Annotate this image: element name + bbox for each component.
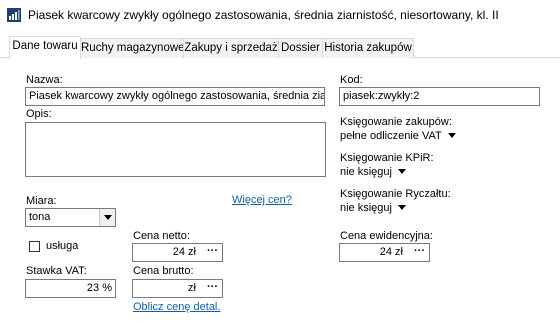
- app-icon: [7, 8, 21, 22]
- title-bar: Piasek kwarcowy zwykły ogólnego zastosow…: [0, 0, 560, 30]
- name-input[interactable]: Piasek kwarcowy zwykły ogólnego zastosow…: [25, 87, 325, 106]
- unit-value: tona: [29, 211, 51, 223]
- service-checkbox[interactable]: [29, 241, 40, 252]
- dropdown-arrow-icon[interactable]: [99, 209, 115, 226]
- name-label: Nazwa:: [26, 74, 63, 86]
- kpir-booking-dropdown[interactable]: nie księguj: [340, 166, 406, 178]
- purchase-booking-dropdown[interactable]: pełne odliczenie VAT: [340, 130, 456, 142]
- description-label: Opis:: [26, 108, 52, 120]
- gross-price-value: zł: [188, 282, 196, 294]
- more-options-icon[interactable]: ···: [207, 280, 218, 294]
- net-price-input[interactable]: 24 zł ···: [132, 243, 223, 262]
- tab-purchase-history[interactable]: Historia zakupów: [322, 38, 414, 58]
- window-title: Piasek kwarcowy zwykły ogólnego zastosow…: [28, 8, 499, 22]
- ryczalt-booking-value: nie księguj: [340, 202, 392, 214]
- net-price-label: Cena netto:: [133, 230, 190, 242]
- ledger-price-value: 24 zł: [379, 246, 403, 258]
- net-price-value: 24 zł: [172, 246, 196, 258]
- vat-rate-label: Stawka VAT:: [26, 265, 87, 277]
- unit-select[interactable]: tona: [25, 208, 116, 227]
- purchase-booking-value: pełne odliczenie VAT: [340, 130, 442, 142]
- ledger-price-input[interactable]: 24 zł ···: [339, 243, 430, 262]
- calc-retail-price-link[interactable]: Oblicz cenę detal.: [133, 301, 220, 313]
- gross-price-input[interactable]: zł ···: [132, 279, 223, 298]
- ledger-price-label: Cena ewidencyjna:: [340, 230, 433, 242]
- tab-purchases-sales[interactable]: Zakupy i sprzedaż: [183, 38, 279, 58]
- more-prices-link[interactable]: Więcej cen?: [232, 194, 292, 206]
- tab-product-data[interactable]: Dane towaru: [9, 36, 81, 59]
- chevron-down-icon: [397, 168, 406, 174]
- vat-rate-input[interactable]: 23 %: [25, 279, 116, 298]
- more-options-icon[interactable]: ···: [207, 244, 218, 258]
- kpir-booking-value: nie księguj: [340, 166, 392, 178]
- description-textarea[interactable]: [25, 122, 326, 177]
- service-label: usługa: [46, 240, 79, 252]
- chevron-down-icon: [397, 204, 406, 210]
- ryczalt-booking-label: Księgowanie Ryczałtu:: [340, 188, 451, 200]
- tab-stock-movements[interactable]: Ruchy magazynowe: [80, 38, 185, 58]
- tab-dossier[interactable]: Dossier: [278, 38, 323, 58]
- ryczalt-booking-dropdown[interactable]: nie księguj: [340, 202, 406, 214]
- chevron-down-icon: [447, 132, 456, 138]
- more-options-icon[interactable]: ···: [414, 244, 425, 258]
- kpir-booking-label: Księgowanie KPiR:: [340, 152, 434, 164]
- code-input[interactable]: piasek:zwykły:2: [339, 87, 540, 106]
- unit-label: Miara:: [26, 195, 57, 207]
- purchase-booking-label: Księgowanie zakupów:: [340, 116, 452, 128]
- code-label: Kod:: [340, 74, 363, 86]
- gross-price-label: Cena brutto:: [133, 265, 194, 277]
